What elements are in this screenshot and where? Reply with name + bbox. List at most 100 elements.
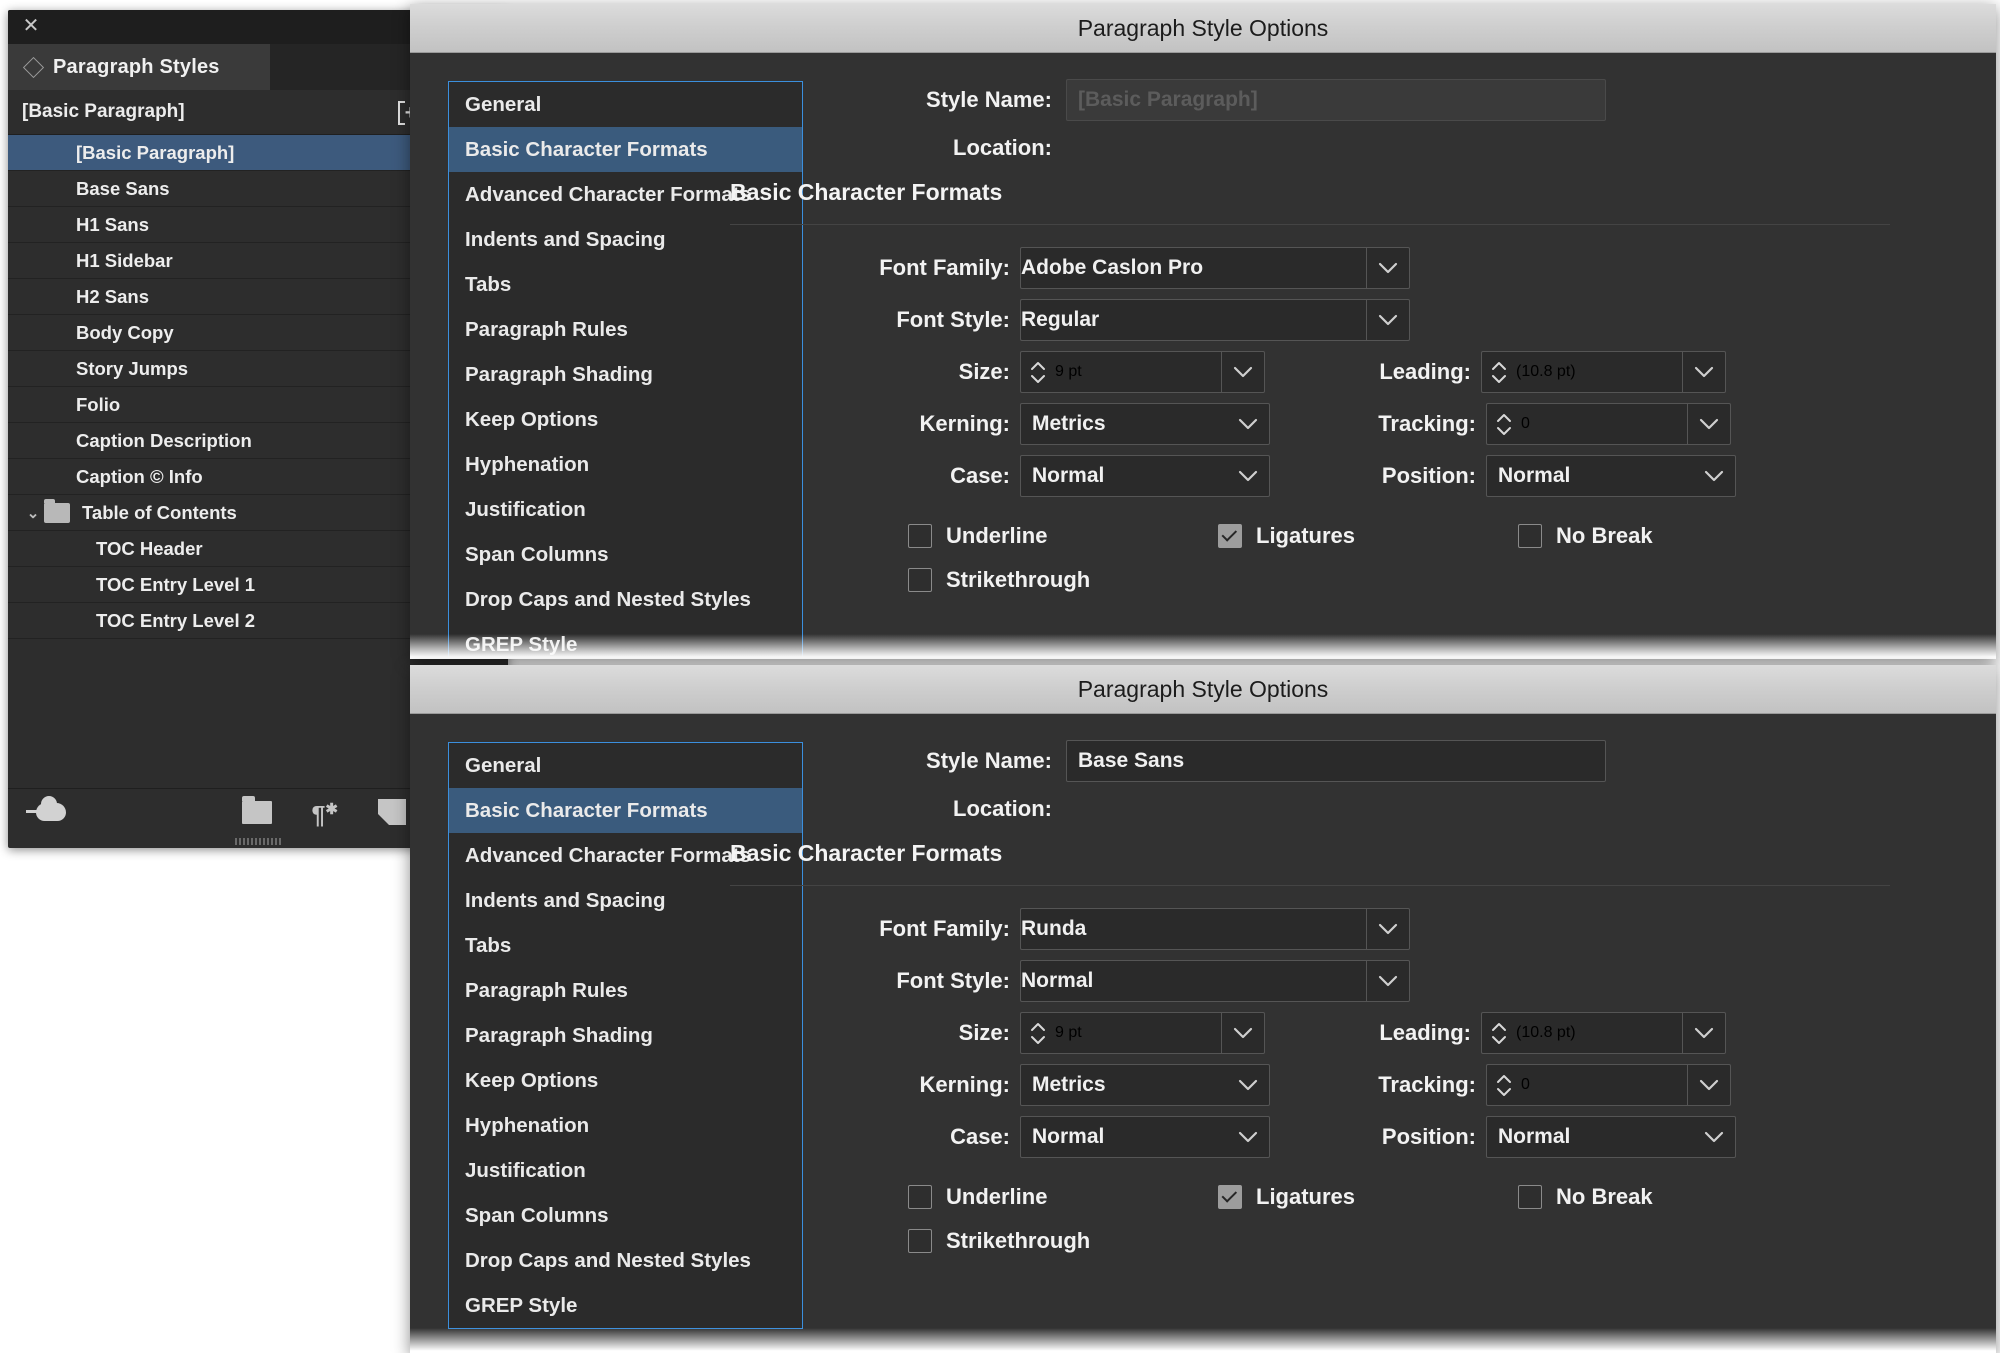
chevron-down-icon[interactable] xyxy=(1687,403,1731,445)
case-select[interactable]: Normal xyxy=(1020,455,1270,497)
checkbox-no-break[interactable]: No Break xyxy=(1518,523,1653,549)
nav-item-paragraph-shading[interactable]: Paragraph Shading xyxy=(449,352,802,397)
clear-overrides-icon[interactable]: ¶✱ xyxy=(312,798,338,828)
case-position-row: Case: Normal Position: Normal xyxy=(830,455,1996,497)
nav-item-basic-character-formats[interactable]: Basic Character Formats xyxy=(449,127,802,172)
style-name-input[interactable]: [Basic Paragraph] xyxy=(1066,79,1606,121)
nav-item-paragraph-rules[interactable]: Paragraph Rules xyxy=(449,968,802,1013)
chevron-down-icon[interactable] xyxy=(1693,1117,1735,1157)
leading-stepper[interactable] xyxy=(1481,351,1516,393)
font-family-select[interactable]: Adobe Caslon Pro xyxy=(1020,247,1410,289)
dialog-fade-overlay xyxy=(410,1328,1996,1353)
chevron-down-icon[interactable] xyxy=(1227,404,1269,444)
checkbox-box[interactable] xyxy=(1518,524,1542,548)
chevron-down-icon[interactable] xyxy=(1366,247,1410,289)
nav-item-label: Indents and Spacing xyxy=(465,888,666,912)
nav-item-basic-character-formats[interactable]: Basic Character Formats xyxy=(449,788,802,833)
font-style-select[interactable]: Regular xyxy=(1020,299,1410,341)
chevron-down-icon[interactable] xyxy=(1687,1064,1731,1106)
chevron-down-icon[interactable] xyxy=(1227,456,1269,496)
tracking-stepper[interactable] xyxy=(1486,1064,1521,1106)
style-list-item-label: Base Sans xyxy=(76,177,170,199)
nav-item-paragraph-shading[interactable]: Paragraph Shading xyxy=(449,1013,802,1058)
dialog-nav-list[interactable]: General Basic Character Formats Advanced C… xyxy=(448,81,803,659)
leading-value: (10.8 pt) xyxy=(1516,363,1576,380)
font-family-select[interactable]: Runda xyxy=(1020,908,1410,950)
nav-item-hyphenation[interactable]: Hyphenation xyxy=(449,1103,802,1148)
checkbox-box[interactable] xyxy=(908,524,932,548)
chevron-down-icon[interactable] xyxy=(1221,1012,1265,1054)
nav-item-keep-options[interactable]: Keep Options xyxy=(449,1058,802,1103)
new-style-group-icon[interactable] xyxy=(241,795,272,824)
resize-grip[interactable] xyxy=(235,838,281,845)
cloud-upload-icon[interactable] xyxy=(26,795,66,826)
chevron-down-icon[interactable] xyxy=(1221,351,1265,393)
nav-item-drop-caps-and-nested-styles[interactable]: Drop Caps and Nested Styles xyxy=(449,577,802,622)
checkbox-strikethrough[interactable]: Strikethrough xyxy=(908,1228,1090,1254)
nav-item-general[interactable]: General xyxy=(449,743,802,788)
tracking-stepper[interactable] xyxy=(1486,403,1521,445)
size-field-group[interactable]: 9 pt xyxy=(1020,1012,1265,1054)
current-style-label: [Basic Paragraph] xyxy=(22,101,185,122)
style-list-item-label: H2 Sans xyxy=(76,285,150,307)
nav-item-drop-caps-and-nested-styles[interactable]: Drop Caps and Nested Styles xyxy=(449,1238,802,1283)
tab-paragraph-styles[interactable]: Paragraph Styles xyxy=(8,44,270,90)
size-field-group[interactable]: 9 pt xyxy=(1020,351,1265,393)
chevron-down-icon[interactable] xyxy=(1366,960,1410,1002)
chevron-down-icon[interactable] xyxy=(1693,456,1735,496)
nav-item-label: Indents and Spacing xyxy=(465,227,666,251)
nav-item-justification[interactable]: Justification xyxy=(449,487,802,532)
nav-item-grep-style[interactable]: GREP Style xyxy=(449,1283,802,1328)
kerning-select[interactable]: Metrics xyxy=(1020,1064,1270,1106)
nav-item-tabs[interactable]: Tabs xyxy=(449,923,802,968)
checkbox-no-break[interactable]: No Break xyxy=(1518,1184,1653,1210)
size-stepper[interactable] xyxy=(1020,1012,1055,1054)
checkbox-box[interactable] xyxy=(1518,1185,1542,1209)
chevron-down-icon[interactable]: ⌄ xyxy=(22,504,44,522)
nav-item-label: Keep Options xyxy=(465,407,599,431)
new-style-icon[interactable] xyxy=(378,799,406,826)
style-name-input[interactable]: Base Sans xyxy=(1066,740,1606,782)
nav-item-label: Tabs xyxy=(465,272,512,296)
nav-item-general[interactable]: General xyxy=(449,82,802,127)
tracking-field-group[interactable]: 0 xyxy=(1486,403,1731,445)
size-stepper[interactable] xyxy=(1020,351,1055,393)
chevron-down-icon[interactable] xyxy=(1227,1065,1269,1105)
checkbox-box[interactable] xyxy=(1218,1185,1242,1209)
checkbox-box[interactable] xyxy=(908,568,932,592)
nav-item-hyphenation[interactable]: Hyphenation xyxy=(449,442,802,487)
nav-item-label: Paragraph Rules xyxy=(465,317,628,341)
nav-item-tabs[interactable]: Tabs xyxy=(449,262,802,307)
nav-item-justification[interactable]: Justification xyxy=(449,1148,802,1193)
case-select[interactable]: Normal xyxy=(1020,1116,1270,1158)
leading-field-group[interactable]: (10.8 pt) xyxy=(1481,1012,1726,1054)
checkbox-label: Strikethrough xyxy=(946,1228,1091,1253)
chevron-down-icon[interactable] xyxy=(1366,299,1410,341)
checkbox-box[interactable] xyxy=(908,1229,932,1253)
font-style-select[interactable]: Normal xyxy=(1020,960,1410,1002)
leading-stepper[interactable] xyxy=(1481,1012,1516,1054)
nav-item-span-columns[interactable]: Span Columns xyxy=(449,532,802,577)
chevron-down-icon[interactable] xyxy=(1366,908,1410,950)
position-select[interactable]: Normal xyxy=(1486,1116,1736,1158)
chevron-down-icon[interactable] xyxy=(1682,1012,1726,1054)
nav-item-grep-style[interactable]: GREP Style xyxy=(449,622,802,659)
leading-field-group[interactable]: (10.8 pt) xyxy=(1481,351,1726,393)
checkbox-strikethrough[interactable]: Strikethrough xyxy=(908,567,1090,593)
nav-item-paragraph-rules[interactable]: Paragraph Rules xyxy=(449,307,802,352)
chevron-down-icon[interactable] xyxy=(1227,1117,1269,1157)
checkbox-underline[interactable]: Underline xyxy=(908,1184,1218,1210)
checkbox-ligatures[interactable]: Ligatures xyxy=(1218,1184,1518,1210)
kerning-select[interactable]: Metrics xyxy=(1020,403,1270,445)
nav-item-keep-options[interactable]: Keep Options xyxy=(449,397,802,442)
dialog-nav-list[interactable]: General Basic Character Formats Advanced C… xyxy=(448,742,803,1329)
checkbox-box[interactable] xyxy=(1218,524,1242,548)
position-select[interactable]: Normal xyxy=(1486,455,1736,497)
checkbox-underline[interactable]: Underline xyxy=(908,523,1218,549)
nav-item-span-columns[interactable]: Span Columns xyxy=(449,1193,802,1238)
checkbox-box[interactable] xyxy=(908,1185,932,1209)
tracking-field-group[interactable]: 0 xyxy=(1486,1064,1731,1106)
checkbox-ligatures[interactable]: Ligatures xyxy=(1218,523,1518,549)
chevron-down-icon[interactable] xyxy=(1682,351,1726,393)
close-icon[interactable]: ✕ xyxy=(22,16,40,36)
